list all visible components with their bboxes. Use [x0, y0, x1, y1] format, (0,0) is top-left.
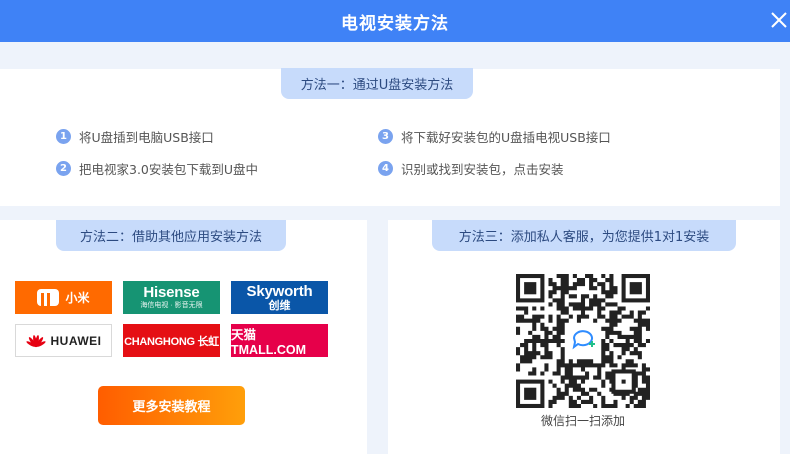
brand-sublabel: 创维: [268, 299, 291, 312]
step-number: 4: [378, 161, 393, 176]
step-number: 2: [56, 161, 71, 176]
brand-label: Skyworth: [246, 282, 313, 300]
step-2: 2 把电视家3.0安装包下载到U盘中: [56, 159, 258, 178]
brand-skyworth[interactable]: Skyworth 创维: [231, 281, 328, 314]
step-number: 1: [56, 129, 71, 144]
qr-finder-pattern: [516, 274, 545, 303]
step-text: 将U盘插到电脑USB接口: [79, 130, 214, 145]
brand-label: Hisense: [143, 284, 200, 301]
mi-logo-icon: [37, 289, 60, 306]
method2-title: 方法二：借助其他应用安装方法: [56, 220, 286, 251]
more-tutorials-button[interactable]: 更多安装教程: [98, 386, 245, 425]
brand-changhong[interactable]: CHANGHONG 长虹: [123, 324, 220, 357]
method3-title: 方法三：添加私人客服，为您提供1对1安装: [432, 220, 736, 251]
qr-alignment-pattern: [611, 369, 636, 394]
huawei-flower-icon: [25, 334, 46, 347]
chat-bubble-icon: [566, 324, 600, 358]
wechat-qr-code: [516, 274, 650, 408]
step-text: 识别或找到安装包，点击安装: [401, 162, 564, 177]
close-icon[interactable]: [768, 9, 790, 31]
brand-hisense[interactable]: Hisense 海信电视 · 影音无限: [123, 281, 220, 314]
qr-finder-pattern: [621, 274, 650, 303]
step-text: 将下载好安装包的U盘插电视USB接口: [401, 130, 611, 145]
step-4: 4 识别或找到安装包，点击安装: [378, 159, 564, 178]
brand-sublabel: 海信电视 · 影音无限: [140, 302, 203, 309]
method1-title: 方法一：通过U盘安装方法: [281, 68, 473, 99]
qr-finder-pattern: [516, 379, 545, 408]
dialog-header: 电视安装方法: [0, 0, 790, 42]
brand-label: 天猫 TMALL.COM: [231, 328, 306, 357]
brand-label: 小米: [65, 291, 90, 305]
step-1: 1 将U盘插到电脑USB接口: [56, 127, 214, 146]
qr-caption: 微信扫一扫添加: [540, 414, 625, 428]
brand-tmall[interactable]: 天猫 TMALL.COM: [231, 324, 328, 357]
brand-xiaomi[interactable]: 小米: [15, 281, 112, 314]
brand-label: HUAWEI: [50, 333, 102, 348]
brand-huawei[interactable]: HUAWEI: [15, 324, 112, 357]
step-text: 把电视家3.0安装包下载到U盘中: [79, 162, 259, 177]
brand-label: CHANGHONG 长虹: [124, 335, 219, 348]
step-number: 3: [378, 129, 393, 144]
step-3: 3 将下载好安装包的U盘插电视USB接口: [378, 127, 611, 146]
dialog-title: 电视安装方法: [341, 13, 449, 34]
